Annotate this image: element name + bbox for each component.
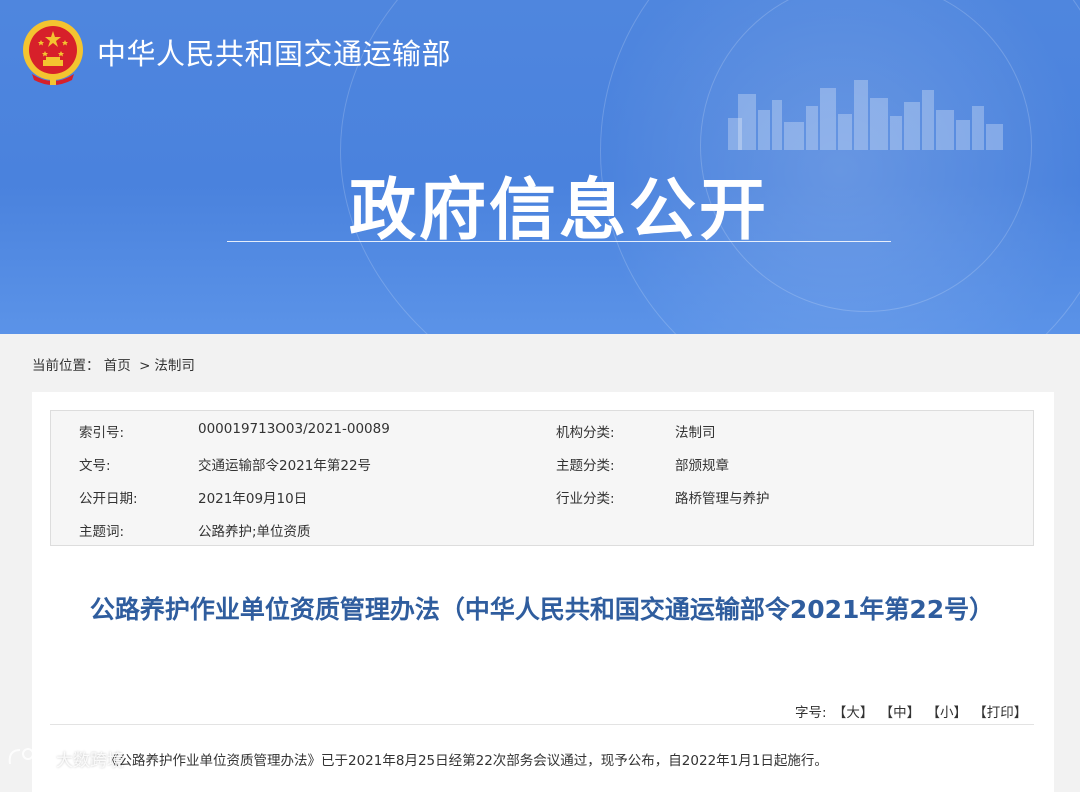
breadcrumb: 当前位置： 首页 > 法制司 <box>32 354 195 374</box>
document-title: 公路养护作业单位资质管理办法（中华人民共和国交通运输部令2021年第22号） <box>89 595 995 624</box>
content-divider <box>50 724 1034 725</box>
watermark-text: 大数跨境 <box>56 751 124 771</box>
keywords-label: 主题词: <box>79 524 125 540</box>
header-banner: 中华人民共和国交通运输部 政府信息公开 <box>0 0 1080 334</box>
city-skyline-illustration <box>728 80 1003 150</box>
banner-title: 政府信息公开 <box>349 171 769 249</box>
national-emblem-icon[interactable] <box>20 18 86 86</box>
font-size-tools: 字号: 【大】 【中】 【小】 【打印】 <box>793 701 1027 721</box>
font-large-button[interactable]: 【大】 <box>833 705 874 721</box>
breadcrumb-separator: > <box>139 358 151 374</box>
watermark-logo-icon <box>8 748 47 765</box>
index-number-label: 索引号: <box>79 425 125 441</box>
keywords-value: 公路养护;单位资质 <box>198 524 311 540</box>
font-small-button[interactable]: 【小】 <box>926 705 967 721</box>
document-number-value: 交通运输部令2021年第22号 <box>198 458 372 474</box>
publish-date-label: 公开日期: <box>79 491 138 507</box>
index-number-value: 000019713O03/2021-00089 <box>198 421 390 437</box>
breadcrumb-department-link[interactable]: 法制司 <box>154 358 195 374</box>
org-category-label: 机构分类: <box>556 425 615 441</box>
org-category-value: 法制司 <box>675 425 716 441</box>
ministry-name[interactable]: 中华人民共和国交通运输部 <box>97 31 451 73</box>
industry-category-label: 行业分类: <box>556 491 615 507</box>
font-medium-button[interactable]: 【中】 <box>880 705 921 721</box>
topic-category-value: 部颁规章 <box>675 458 729 474</box>
industry-category-value: 路桥管理与养护 <box>675 491 770 507</box>
body-paragraph: 《公路养护作业单位资质管理办法》已于2021年8月25日经第22次部务会议通过，… <box>105 753 828 769</box>
document-number-label: 文号: <box>79 458 111 474</box>
font-size-label: 字号: <box>795 705 827 721</box>
topic-category-label: 主题分类: <box>556 458 615 474</box>
publish-date-value: 2021年09月10日 <box>198 491 308 507</box>
print-button[interactable]: 【打印】 <box>973 705 1027 721</box>
banner-divider <box>227 241 891 242</box>
breadcrumb-home-link[interactable]: 首页 <box>104 358 131 374</box>
breadcrumb-label: 当前位置： <box>32 358 100 374</box>
watermark: 大数跨境 <box>6 742 141 772</box>
